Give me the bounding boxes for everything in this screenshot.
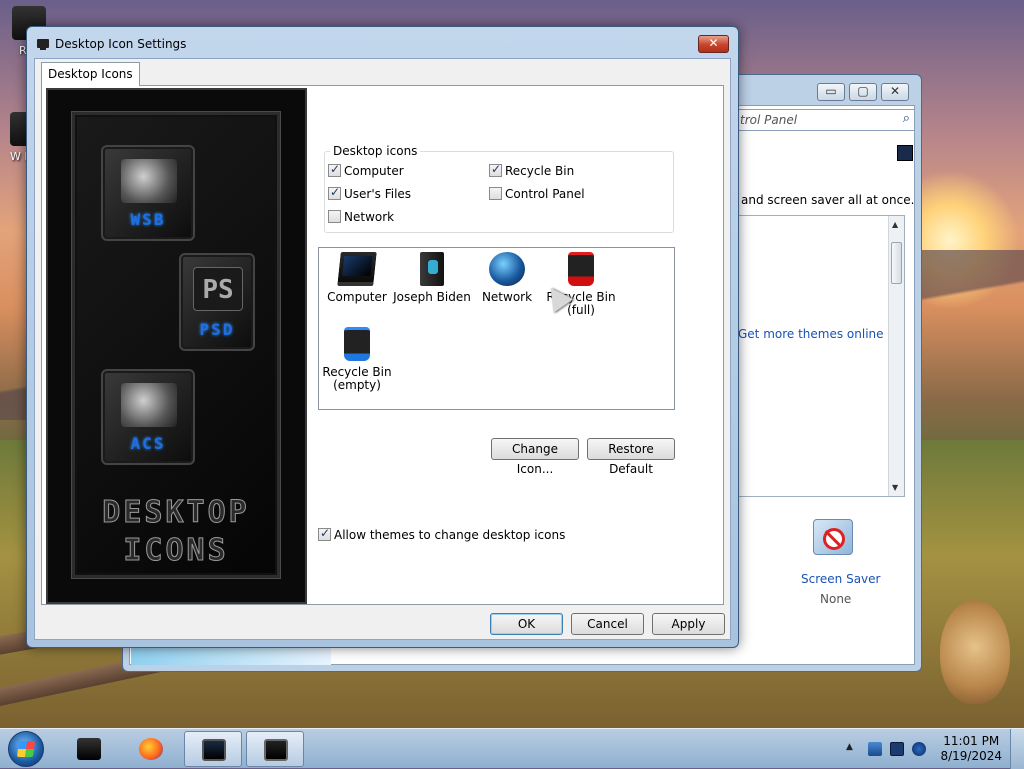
art-tile-label: WSB <box>130 210 166 229</box>
scroll-up-arrow[interactable]: ▲ <box>892 220 898 229</box>
list-item-network[interactable]: Network <box>466 252 548 304</box>
cancel-button[interactable]: Cancel <box>571 613 644 635</box>
checkbox-recycle-bin[interactable]: Recycle Bin <box>489 162 575 178</box>
display-tray-icon[interactable] <box>890 742 904 756</box>
change-icon-button[interactable]: Change Icon... <box>491 438 579 476</box>
clock-date: 8/19/2024 <box>940 749 1002 763</box>
art-tile-wsb: WSB <box>101 145 195 241</box>
search-input[interactable]: trol Panel ⌕ <box>735 109 915 131</box>
show-desktop-button[interactable] <box>1010 729 1024 769</box>
scroll-down-arrow[interactable]: ▼ <box>892 483 898 492</box>
desktop-icon-settings-dialog: Desktop Icon Settings ✕ Desktop Icons WS… <box>26 26 739 648</box>
clock[interactable]: 11:01 PM 8/19/2024 <box>940 734 1002 764</box>
computer-icon <box>337 252 377 286</box>
art-tile-acs: ACS <box>101 369 195 465</box>
art-title-line2: ICONS <box>123 533 229 569</box>
dialog-title: Desktop Icon Settings <box>55 37 187 51</box>
list-item-user-files[interactable]: Joseph Biden <box>391 252 473 304</box>
checkbox-box[interactable] <box>489 187 502 200</box>
list-item-label: Joseph Biden <box>393 290 471 304</box>
list-item-sublabel: (empty) <box>333 378 381 392</box>
icon-list[interactable]: Computer Joseph Biden Network Recycle Bi… <box>318 247 675 410</box>
dialog-titlebar[interactable]: Desktop Icon Settings ✕ <box>27 27 738 57</box>
recycle-bin-full-icon <box>568 252 594 286</box>
network-icon <box>489 252 525 286</box>
checkbox-label: Recycle Bin <box>505 164 575 178</box>
apply-button[interactable]: Apply <box>652 613 725 635</box>
tray-expand-arrow[interactable]: ▲ <box>846 742 853 752</box>
checkbox-box[interactable] <box>328 210 341 223</box>
monitor-icon <box>37 39 49 50</box>
ps-icon: PS <box>193 267 243 311</box>
start-button[interactable] <box>8 731 44 767</box>
checkbox-box[interactable] <box>328 185 341 200</box>
art-tile-label: PSD <box>199 320 235 339</box>
tab-desktop-icons[interactable]: Desktop Icons <box>41 62 140 86</box>
checkbox-box[interactable] <box>489 162 502 177</box>
dialog-close-button[interactable]: ✕ <box>698 35 729 53</box>
screen-saver-description: and screen saver all at once. <box>741 193 915 207</box>
checkbox-label: Allow themes to change desktop icons <box>334 528 566 542</box>
list-item-label: Network <box>481 290 533 304</box>
ok-button[interactable]: OK <box>490 613 563 635</box>
checkbox-computer[interactable]: Computer <box>328 162 404 178</box>
network-tray-icon[interactable] <box>868 742 882 756</box>
firefox-icon <box>139 738 163 760</box>
user-files-icon <box>420 252 444 286</box>
decorative-art-panel: WSB PS PSD ACS DESKTOP ICONS <box>46 88 307 604</box>
disc-icon <box>121 383 177 427</box>
art-tile-label: ACS <box>130 434 166 453</box>
wallpaper-hamster <box>940 600 1010 704</box>
monitor-icon <box>202 739 226 761</box>
restore-default-button[interactable]: Restore Default <box>587 438 675 476</box>
search-placeholder: trol Panel <box>740 113 798 127</box>
checkbox-label: Control Panel <box>505 187 585 201</box>
checkbox-box[interactable] <box>318 526 331 541</box>
taskbar: ▲ 11:01 PM 8/19/2024 <box>0 728 1024 769</box>
screen-saver-icon[interactable] <box>813 519 853 555</box>
taskbar-firefox[interactable] <box>122 731 180 767</box>
checkbox-box[interactable] <box>328 162 341 177</box>
help-icon[interactable] <box>897 145 913 161</box>
checkbox-control-panel[interactable]: Control Panel <box>489 187 585 201</box>
taskbar-app-1[interactable] <box>60 731 118 767</box>
screen-saver-link[interactable]: Screen Saver <box>801 572 880 586</box>
checkbox-network[interactable]: Network <box>328 210 394 224</box>
tab-panel: WSB PS PSD ACS DESKTOP ICONS Desktop ico… <box>41 85 724 605</box>
maximize-button[interactable]: ▢ <box>849 83 877 101</box>
checkbox-label: Computer <box>344 164 404 178</box>
group-label: Desktop icons <box>330 144 421 158</box>
dialog-client: Desktop Icons WSB PS PSD ACS DESKTOP ICO… <box>34 58 731 640</box>
art-frame: WSB PS PSD ACS DESKTOP ICONS <box>72 112 280 578</box>
checkbox-label: User's Files <box>344 187 412 201</box>
screen-saver-value: None <box>820 592 852 606</box>
close-button[interactable]: ✕ <box>881 83 909 101</box>
gear-icon <box>121 159 177 203</box>
get-more-themes-link[interactable]: Get more themes online <box>738 327 884 341</box>
art-title-line1: DESKTOP <box>102 495 250 531</box>
list-item-computer[interactable]: Computer <box>316 252 398 304</box>
themes-list[interactable]: Get more themes online ▲ ▼ <box>735 215 905 497</box>
system-tray: ▲ 11:01 PM 8/19/2024 <box>824 729 1024 769</box>
list-item-recycle-bin-empty[interactable]: Recycle Bin (empty) <box>316 327 398 392</box>
list-item-label: Computer <box>327 290 387 304</box>
scrollbar-thumb[interactable] <box>891 242 902 284</box>
no-entry-icon <box>823 528 845 550</box>
minimize-button[interactable]: ▭ <box>817 83 845 101</box>
checkbox-users-files[interactable]: User's Files <box>328 185 412 201</box>
volume-tray-icon[interactable] <box>912 742 926 756</box>
taskbar-personalization[interactable] <box>184 731 242 767</box>
search-icon[interactable]: ⌕ <box>903 111 910 126</box>
monitor-icon <box>264 739 288 761</box>
taskbar-desktop-icon-settings[interactable] <box>246 731 304 767</box>
checkbox-allow-themes[interactable]: Allow themes to change desktop icons <box>318 526 566 542</box>
clock-time: 11:01 PM <box>943 734 1000 748</box>
app-icon <box>77 738 101 760</box>
themes-scrollbar[interactable]: ▲ ▼ <box>888 216 904 496</box>
recycle-bin-empty-icon <box>344 327 370 361</box>
checkbox-label: Network <box>344 210 395 224</box>
art-tile-psd: PS PSD <box>179 253 255 351</box>
